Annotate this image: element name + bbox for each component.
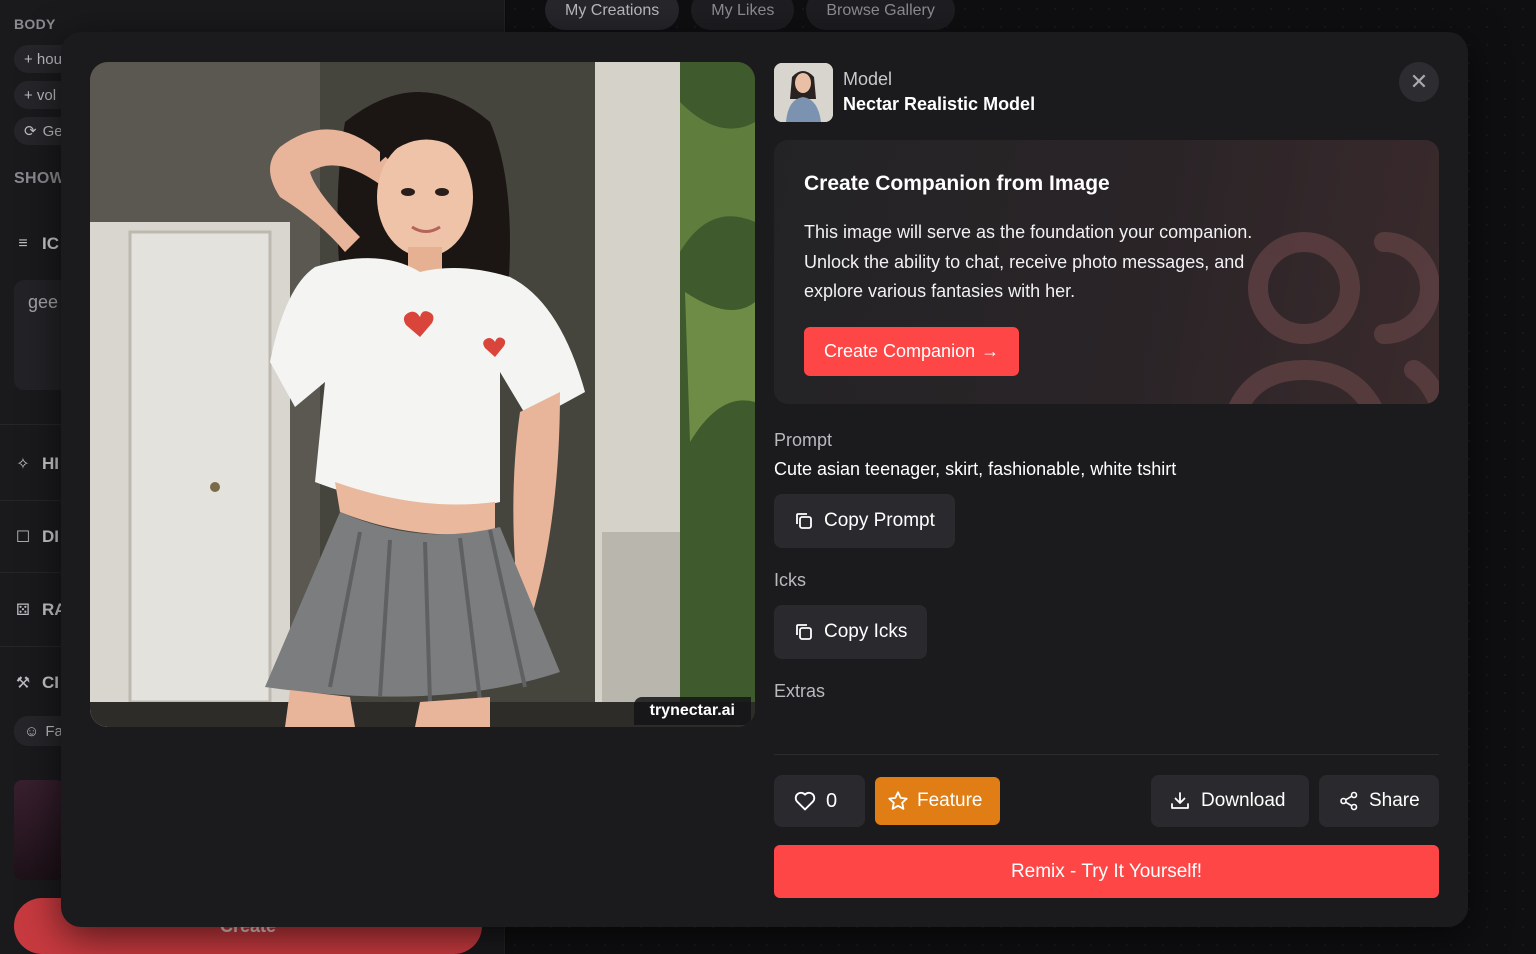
gallery-tabs: My Creations My Likes Browse Gallery [545,0,955,30]
copy-icon [794,511,814,531]
image-watermark: trynectar.ai [633,697,751,725]
create-companion-card: Create Companion from Image This image w… [774,140,1439,404]
generate-chip-label: Ge [42,122,63,140]
star-icon [887,790,909,812]
background-thumbnail[interactable] [14,780,64,880]
generated-image[interactable]: trynectar.ai [90,62,755,727]
icks-label: Icks [774,570,807,590]
companion-title: Create Companion from Image [804,172,1110,195]
feature-button[interactable]: Feature [875,777,1000,825]
image-detail-modal: trynectar.ai Model Nectar Realistic Mode… [61,32,1468,927]
sidebar-section-hi[interactable]: ✧ HI [14,454,59,474]
sidebar-section-di[interactable]: ☐ DI [14,527,59,547]
close-icon: ✕ [1409,69,1429,94]
sidebar-section-label: CI [42,673,59,692]
sparkles-icon: ✧ [16,456,30,473]
create-companion-label: Create Companion [824,340,976,361]
square-icon: ☐ [15,529,31,546]
share-button[interactable]: Share [1319,775,1439,827]
model-avatar [774,62,833,122]
prompt-text: Cute asian teenager, skirt, fashionable,… [774,459,1177,479]
sidebar-section-ic[interactable]: ≡ IC [14,234,59,254]
app-stage: BODY + hou + vol ⟳ Ge SHOW ≡ IC gee ✧ HI… [0,0,1536,954]
show-section-label: SHOW [14,170,65,187]
list-icon: ≡ [18,235,28,252]
dice-icon: ⚄ [16,602,30,619]
like-button[interactable]: 0 [774,775,865,827]
copy-prompt-button[interactable]: Copy Prompt [774,494,955,548]
sidebar-section-label: HI [42,454,59,473]
action-row: 0 Feature Download Share [774,775,1439,827]
model-name: Nectar Realistic Model [843,94,1036,114]
detail-panel: Model Nectar Realistic Model ✕ Create Co… [774,62,1439,898]
smiley-icon: ☺ [24,722,40,740]
share-label: Share [1369,790,1420,811]
heart-icon [794,790,816,812]
tab-my-likes[interactable]: My Likes [691,0,795,30]
companion-description: This image will serve as the foundation … [804,222,1253,301]
tab-browse-gallery[interactable]: Browse Gallery [806,0,955,30]
model-avatar-image [774,62,833,122]
tab-my-creations[interactable]: My Creations [545,0,680,30]
extras-label: Extras [774,681,826,701]
copy-icks-button[interactable]: Copy Icks [774,605,928,659]
sidebar-section-label: IC [42,234,59,253]
create-companion-button[interactable]: Create Companion → [804,326,1020,376]
remix-button[interactable]: Remix - Try It Yourself! [774,845,1439,898]
model-info: Model Nectar Realistic Model ✕ [774,62,1439,122]
sidebar-section-label: DI [42,527,59,546]
download-icon [1169,790,1191,812]
model-text: Model Nectar Realistic Model [843,69,1035,115]
download-button[interactable]: Download [1151,775,1309,827]
prompt-label: Prompt [774,430,833,450]
model-label: Model [843,69,893,89]
body-section-label: BODY [14,16,56,32]
copy-icks-label: Copy Icks [824,621,908,642]
refresh-icon: ⟳ [24,123,37,140]
copy-icon [794,622,814,642]
like-count: 0 [826,789,838,812]
close-button[interactable]: ✕ [1399,62,1439,102]
sidebar-section-ra[interactable]: ⚄ RA [14,600,67,620]
wrench-icon: ⚒ [15,675,31,692]
share-icon [1339,790,1359,812]
generated-image-illustration [90,62,755,727]
copy-prompt-label: Copy Prompt [824,510,935,531]
sidebar-section-ci[interactable]: ⚒ CI [14,673,59,693]
download-label: Download [1201,790,1286,811]
feature-label: Feature [917,790,983,811]
divider [774,754,1439,755]
arrow-right-icon: → [981,340,1000,361]
